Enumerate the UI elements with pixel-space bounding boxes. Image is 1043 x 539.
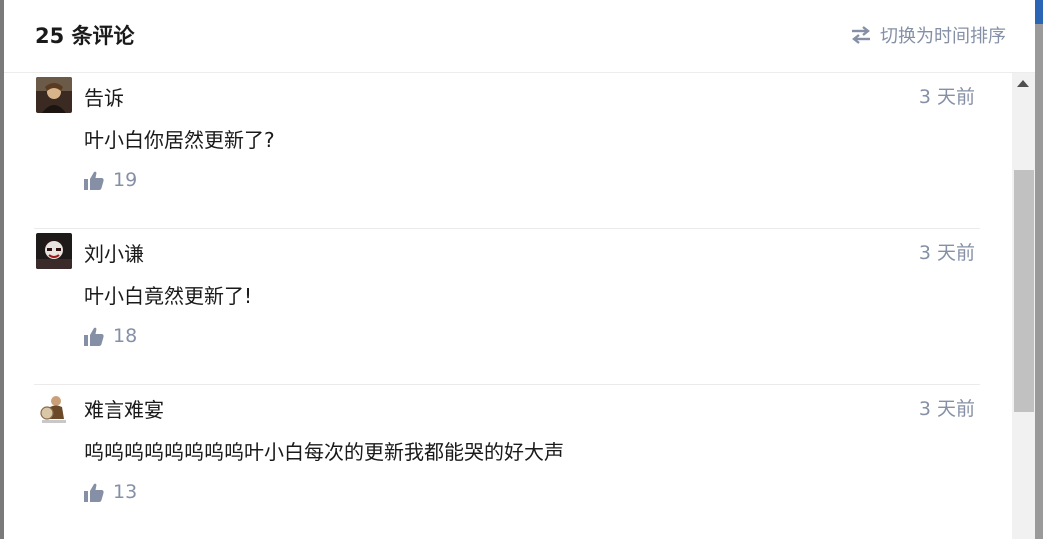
sort-toggle-button[interactable]: 切换为时间排序 bbox=[850, 22, 1006, 48]
comment-list-scrollbar[interactable] bbox=[1012, 73, 1035, 539]
comment-content: 叶小白竟然更新了! bbox=[84, 284, 253, 308]
avatar[interactable] bbox=[36, 389, 72, 425]
like-button[interactable]: 19 bbox=[84, 169, 137, 191]
comment-author[interactable]: 告诉 bbox=[84, 82, 124, 111]
avatar[interactable] bbox=[36, 233, 72, 269]
comment-author[interactable]: 刘小谦 bbox=[84, 238, 144, 267]
comment-time: 3 天前 bbox=[918, 242, 975, 264]
comment-list: 告诉 3 天前 叶小白你居然更新了? 19 刘小谦 3 天前 叶小白竟然更新了!… bbox=[4, 73, 1012, 539]
swap-arrows-icon bbox=[852, 26, 870, 44]
like-count: 13 bbox=[113, 481, 138, 503]
like-button[interactable]: 18 bbox=[84, 325, 137, 347]
comments-header: 25 条评论 切换为时间排序 bbox=[4, 0, 1035, 73]
comment-item: 难言难宴 3 天前 呜呜呜呜呜呜呜呜叶小白每次的更新我都能哭的好大声 13 bbox=[34, 385, 980, 539]
comment-item: 告诉 3 天前 叶小白你居然更新了? 19 bbox=[34, 73, 980, 229]
background-page-accent bbox=[1035, 0, 1043, 24]
like-count: 19 bbox=[113, 169, 138, 191]
scroll-thumb[interactable] bbox=[1014, 170, 1034, 412]
sort-toggle-label: 切换为时间排序 bbox=[880, 26, 1006, 47]
background-page-right bbox=[1035, 0, 1043, 539]
thumbs-up-icon bbox=[84, 327, 104, 346]
scroll-up-arrow-icon[interactable] bbox=[1017, 80, 1029, 87]
thumbs-up-icon bbox=[84, 483, 104, 502]
comment-author[interactable]: 难言难宴 bbox=[84, 394, 164, 423]
comment-time: 3 天前 bbox=[918, 398, 975, 420]
comment-content: 呜呜呜呜呜呜呜呜叶小白每次的更新我都能哭的好大声 bbox=[84, 440, 564, 464]
like-count: 18 bbox=[113, 325, 138, 347]
comment-content: 叶小白你居然更新了? bbox=[84, 128, 275, 152]
comment-time: 3 天前 bbox=[918, 86, 975, 108]
comments-modal: 25 条评论 切换为时间排序 告诉 3 天前 叶小白你居然更新了? 19 刘小谦… bbox=[4, 0, 1035, 539]
thumbs-up-icon bbox=[84, 171, 104, 190]
comment-count-title: 25 条评论 bbox=[35, 24, 135, 48]
comment-item: 刘小谦 3 天前 叶小白竟然更新了! 18 bbox=[34, 229, 980, 385]
avatar[interactable] bbox=[36, 77, 72, 113]
like-button[interactable]: 13 bbox=[84, 481, 137, 503]
